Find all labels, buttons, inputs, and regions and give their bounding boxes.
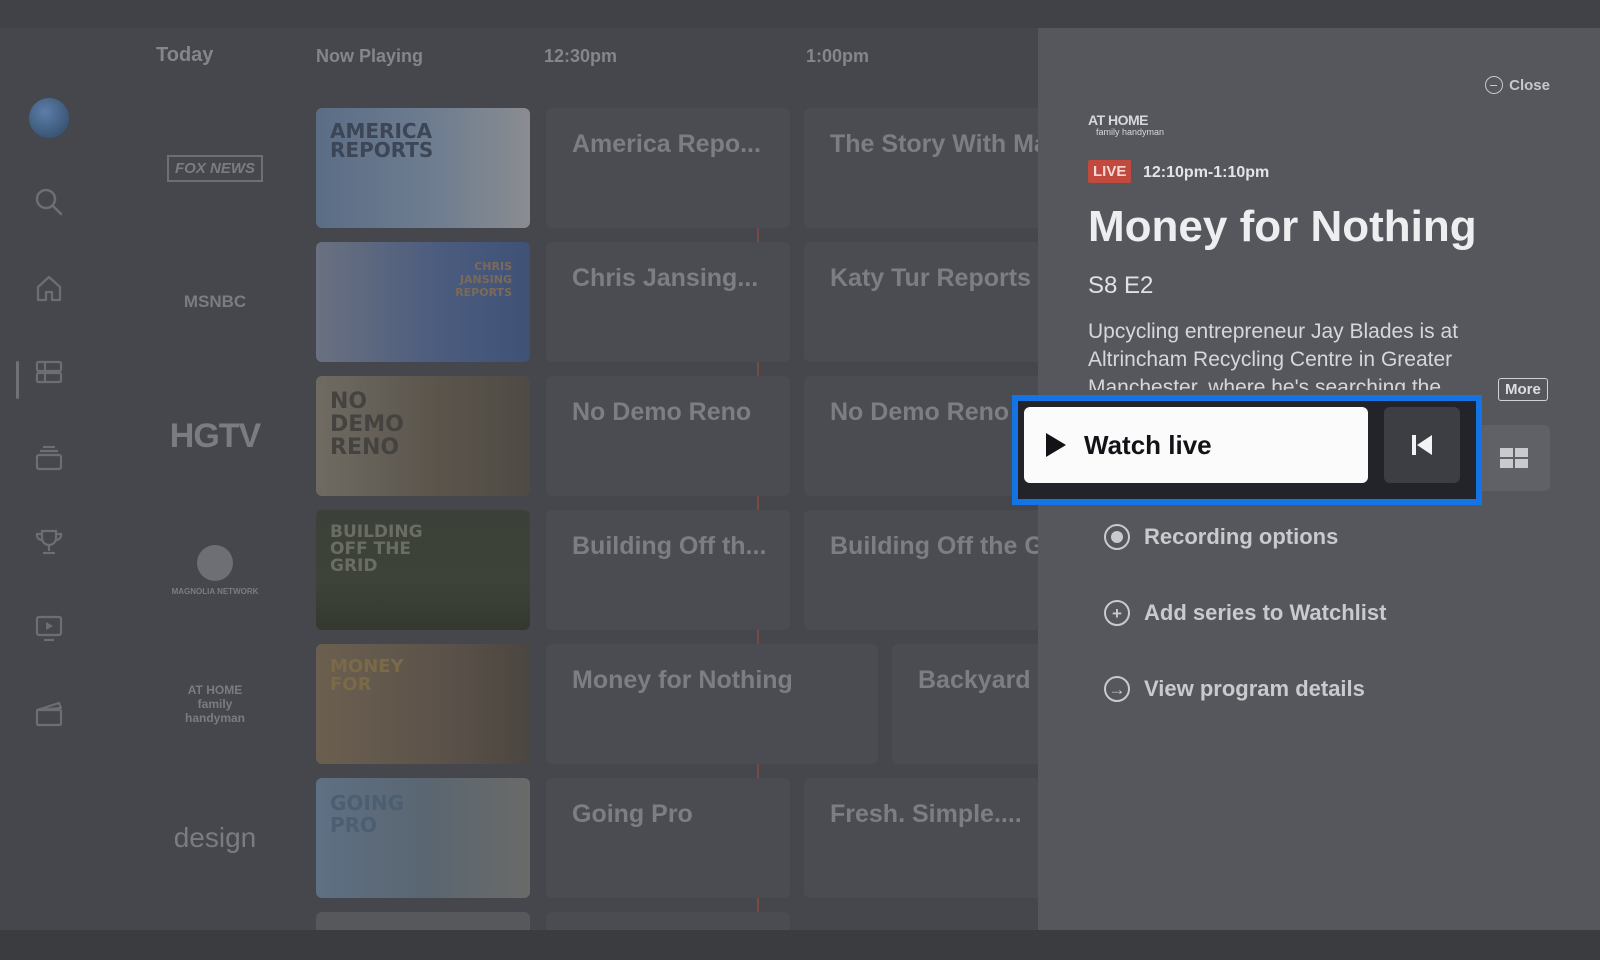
program-thumbnail[interactable]: GOING PRO — [316, 778, 530, 898]
guide-icon — [35, 360, 63, 384]
watch-live-button[interactable]: Watch live — [1024, 407, 1368, 483]
thumbnail-title: MONEY FOR — [330, 656, 404, 695]
network-logo-text: AT HOME — [1088, 112, 1149, 128]
episode-number: S8 E2 — [1088, 272, 1154, 299]
channel-logo[interactable]: design — [150, 778, 280, 898]
program-cell[interactable]: Fresh. Simple.... — [804, 778, 1044, 898]
nav-on-demand[interactable] — [29, 608, 69, 648]
program-thumbnail[interactable]: NO DEMO RENO — [316, 376, 530, 496]
program-cell[interactable] — [546, 912, 790, 930]
nav-movies[interactable] — [29, 694, 69, 734]
channel-logo-text: MSNBC — [183, 292, 247, 311]
program-cell[interactable]: Going Pro — [546, 778, 790, 898]
thumbnail-title: BUILDING OFF THE GRID — [330, 522, 423, 576]
home-icon — [36, 275, 62, 302]
view-program-details-button[interactable]: → View program details — [1104, 676, 1365, 702]
header-now-playing: Now Playing — [316, 46, 424, 66]
arrow-right-circle-icon: → — [1104, 676, 1130, 702]
play-icon — [1046, 433, 1066, 457]
channel-logo[interactable]: MAGNOLIA NETWORK — [150, 510, 280, 630]
option-label: View program details — [1144, 676, 1365, 701]
program-thumbnail[interactable] — [316, 912, 530, 930]
stack-icon — [35, 445, 63, 471]
channel-logo-text: design — [173, 822, 257, 853]
bottom-band — [0, 930, 1600, 960]
thumbnail-title: CHRIS JANSING REPORTS — [455, 260, 512, 299]
program-cell[interactable]: Money for Nothing — [546, 644, 878, 764]
nav-sports[interactable] — [29, 522, 69, 562]
live-badge: LIVE — [1088, 160, 1132, 183]
program-thumbnail[interactable]: BUILDING OFF THE GRID — [316, 510, 530, 630]
program-cell[interactable]: America Repo... — [546, 108, 790, 228]
minus-circle-icon — [1485, 76, 1504, 94]
plus-circle-icon: + — [1104, 600, 1130, 626]
program-title: Money for Nothing — [1088, 202, 1477, 251]
profile-avatar[interactable] — [29, 98, 69, 138]
program-cell[interactable]: No Demo Reno — [804, 376, 1044, 496]
primary-actions-focus: Watch live — [1012, 395, 1482, 505]
thumbnail-title: GOING PRO — [330, 791, 405, 837]
channel-logo-text: HGTV — [169, 416, 261, 455]
trophy-icon — [35, 529, 63, 555]
grid-view-button[interactable] — [1478, 425, 1550, 491]
clapperboard-icon — [35, 701, 63, 727]
program-cell[interactable]: Building Off th... — [546, 510, 790, 630]
airing-time: 12:10pm-1:10pm — [1143, 164, 1270, 181]
add-to-watchlist-button[interactable]: + Add series to Watchlist — [1104, 600, 1386, 626]
program-cell[interactable]: Backyard — [892, 644, 1044, 764]
close-button[interactable]: Close — [1485, 76, 1550, 94]
search-icon — [35, 188, 63, 216]
thumbnail-title: NO DEMO RENO — [330, 389, 404, 460]
avatar — [29, 98, 69, 138]
program-cell[interactable]: The Story With Ma — [804, 108, 1044, 228]
nav-guide[interactable] — [29, 352, 69, 392]
side-nav — [0, 28, 100, 930]
channel-logo[interactable]: HGTV — [150, 376, 280, 496]
program-thumbnail[interactable]: AMERICA REPORTS — [316, 108, 530, 228]
header-time-1: 12:30pm — [544, 46, 618, 66]
top-band — [0, 0, 1600, 28]
program-cell[interactable]: Chris Jansing... — [546, 242, 790, 362]
grid-icon — [1500, 448, 1528, 468]
record-icon — [1104, 524, 1130, 550]
program-thumbnail[interactable]: CHRIS JANSING REPORTS — [316, 242, 530, 362]
close-label: Close — [1509, 76, 1550, 94]
channel-logo-text: MAGNOLIA NETWORK — [171, 586, 259, 596]
start-over-button[interactable] — [1384, 407, 1460, 483]
nav-home[interactable] — [29, 268, 69, 308]
channel-logo[interactable]: MSNBC — [150, 242, 280, 362]
watch-live-label: Watch live — [1084, 429, 1212, 460]
nav-search[interactable] — [29, 182, 69, 222]
thumbnail-title: AMERICA REPORTS — [330, 119, 434, 162]
magnolia-logo-mark — [197, 544, 233, 581]
channel-logo-text: AT HOME family handyman — [184, 683, 245, 725]
program-description: Upcycling entrepreneur Jay Blades is at … — [1088, 320, 1459, 390]
network-logo-sub: family handyman — [1096, 127, 1165, 137]
play-screen-icon — [35, 615, 63, 642]
skip-back-icon — [1412, 435, 1432, 455]
channel-logo-text: FOX NEWS — [166, 154, 263, 182]
recording-options-button[interactable]: Recording options — [1104, 524, 1338, 550]
channel-logo[interactable]: FOX NEWS — [150, 108, 280, 228]
nav-active-indicator — [16, 361, 19, 399]
channel-logo[interactable]: AT HOME family handyman — [150, 644, 280, 764]
program-cell[interactable]: No Demo Reno — [546, 376, 790, 496]
program-cell[interactable]: Katy Tur Reports — [804, 242, 1044, 362]
network-logo: AT HOME family handyman — [1088, 112, 1164, 137]
option-label: Recording options — [1144, 524, 1339, 549]
program-thumbnail[interactable]: MONEY FOR — [316, 644, 530, 764]
header-today: Today — [156, 44, 214, 66]
nav-library[interactable] — [29, 438, 69, 478]
option-label: Add series to Watchlist — [1144, 600, 1387, 625]
more-button[interactable]: More — [1498, 378, 1548, 401]
header-time-2: 1:00pm — [806, 46, 870, 66]
program-cell[interactable]: Building Off the G — [804, 510, 1044, 630]
